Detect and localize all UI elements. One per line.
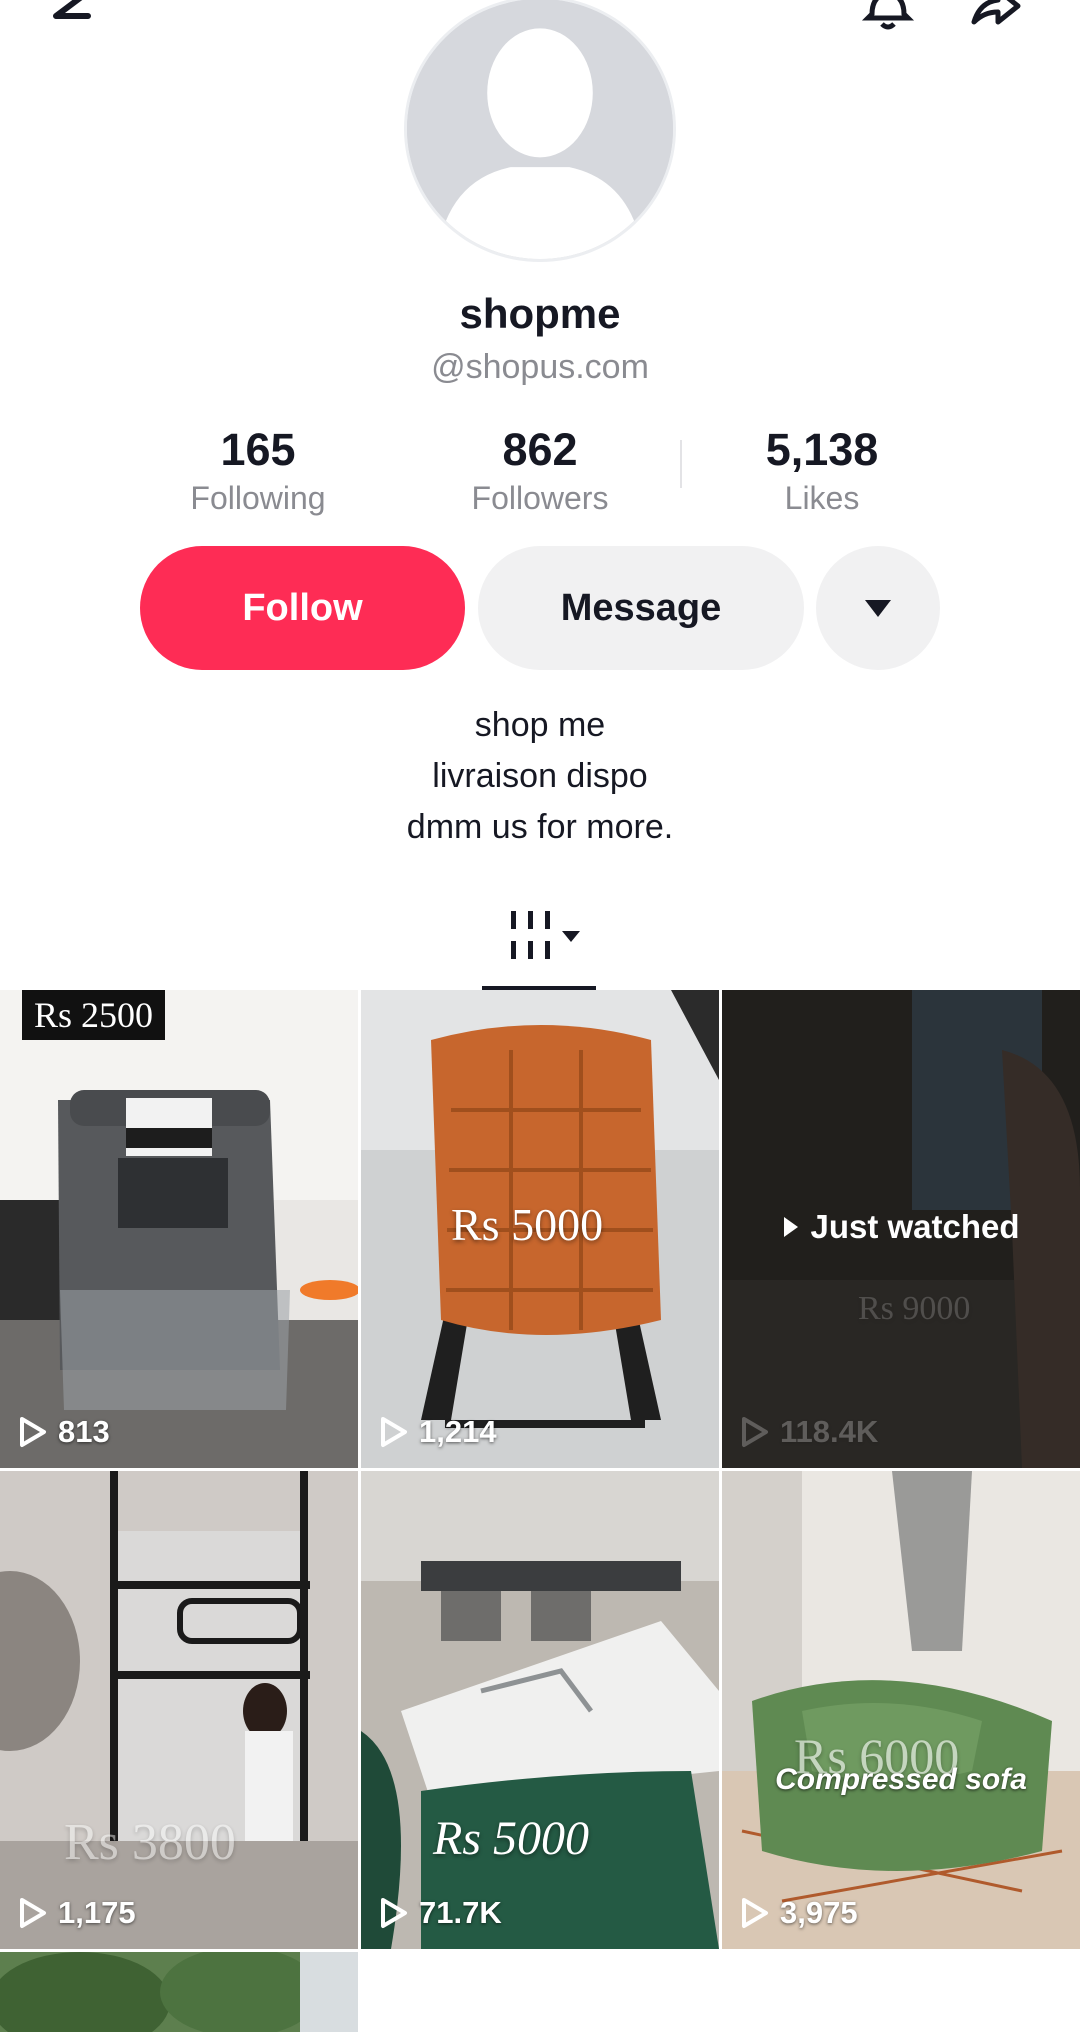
- followers-label: Followers: [471, 480, 609, 516]
- price-label: Rs 2500: [22, 990, 166, 1040]
- likes-count: 5,138: [765, 424, 879, 475]
- view-count: 1,214: [379, 1414, 497, 1450]
- content-tab-bar: [0, 890, 1080, 992]
- caret-down-icon: [562, 931, 580, 942]
- follow-button[interactable]: Follow: [140, 546, 465, 670]
- video-tile[interactable]: Rs 5000 1,214: [361, 990, 719, 1468]
- view-count-text: 118.4K: [780, 1414, 879, 1449]
- view-count-text: 1,214: [419, 1414, 497, 1449]
- video-tile[interactable]: [0, 1952, 358, 2032]
- tab-videos[interactable]: [508, 904, 598, 970]
- following-count: 165: [220, 424, 296, 475]
- video-tile[interactable]: Rs 3800 1,175: [0, 1471, 358, 1949]
- message-button[interactable]: Message: [478, 546, 804, 670]
- video-tile[interactable]: Rs 6000 Compressed sofa 3,975: [722, 1471, 1080, 1949]
- just-watched-label: Just watched: [810, 1208, 1020, 1245]
- view-count: 813: [18, 1414, 110, 1450]
- likes-label: Likes: [784, 480, 860, 516]
- video-caption: Compressed sofa: [775, 1763, 1027, 1796]
- display-name: shopme: [459, 290, 621, 337]
- bell-icon[interactable]: [858, 0, 918, 38]
- view-count: 118.4K: [740, 1414, 878, 1450]
- view-count-text: 71.7K: [419, 1895, 502, 1930]
- followers-count: 862: [502, 424, 578, 475]
- just-watched-overlay: Just watched: [722, 1208, 1080, 1246]
- video-tile[interactable]: Rs 2500 813: [0, 990, 358, 1468]
- view-count-text: 3,975: [780, 1895, 858, 1930]
- video-thumbnail: [361, 1471, 719, 1949]
- play-icon: [742, 1898, 768, 1928]
- view-count-text: 813: [58, 1414, 110, 1449]
- stat-likes[interactable]: 5,138 Likes: [702, 422, 942, 518]
- video-tile[interactable]: Rs 9000 Just watched 118.4K: [722, 990, 1080, 1468]
- play-icon: [742, 1417, 768, 1447]
- bio-line: livraison dispo: [432, 757, 648, 795]
- price-label: Rs 3800: [64, 1814, 236, 1871]
- view-count: 71.7K: [379, 1895, 502, 1931]
- play-icon: [381, 1417, 407, 1447]
- bio-line: dmm us for more.: [406, 808, 674, 846]
- price-label: Rs 9000: [858, 1290, 971, 1327]
- video-thumbnail: [0, 1471, 358, 1949]
- video-thumbnail: [722, 1471, 1080, 1949]
- grid-icon: [511, 911, 550, 959]
- bio: shop me livraison dispo dmm us for more.: [0, 700, 1080, 853]
- view-count: 3,975: [740, 1895, 858, 1931]
- video-thumbnail: [0, 990, 358, 1468]
- view-count-text: 1,175: [58, 1895, 136, 1930]
- username-handle: @shopus.com: [431, 348, 649, 386]
- share-arrow-icon[interactable]: [964, 0, 1024, 38]
- back-arrow-icon[interactable]: [40, 0, 100, 38]
- video-tile[interactable]: Rs 5000 71.7K: [361, 1471, 719, 1949]
- caret-down-icon: [865, 599, 891, 617]
- view-count: 1,175: [18, 1895, 136, 1931]
- play-icon: [20, 1898, 46, 1928]
- play-icon: [381, 1898, 407, 1928]
- stat-divider: [680, 440, 682, 488]
- price-label: Rs 5000: [433, 1812, 589, 1865]
- default-avatar-icon: [407, 0, 673, 259]
- avatar[interactable]: [404, 0, 676, 262]
- following-label: Following: [190, 480, 326, 516]
- stat-followers[interactable]: 862 Followers: [420, 422, 660, 518]
- play-icon: [20, 1417, 46, 1447]
- video-thumbnail: [0, 1952, 358, 2032]
- stat-following[interactable]: 165 Following: [138, 422, 378, 518]
- more-options-button[interactable]: [816, 546, 940, 670]
- price-label: Rs 5000: [451, 1199, 604, 1250]
- bio-line: shop me: [474, 706, 606, 744]
- play-icon: [784, 1217, 799, 1237]
